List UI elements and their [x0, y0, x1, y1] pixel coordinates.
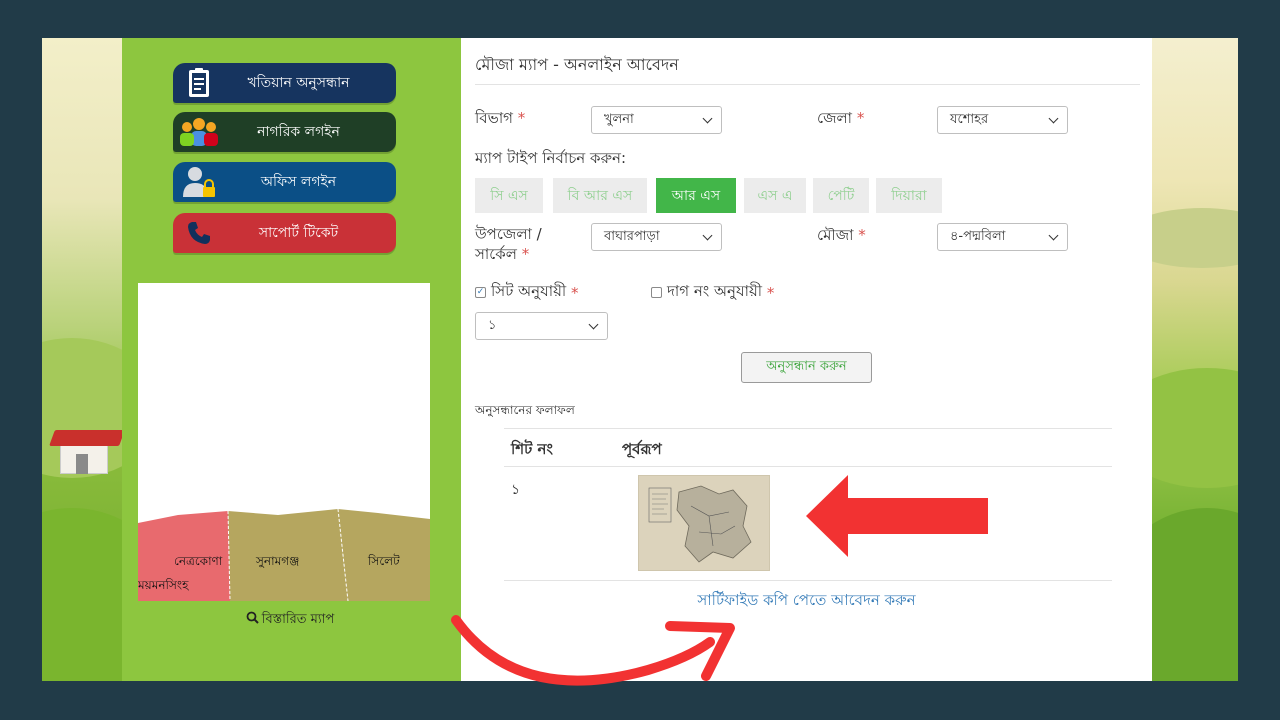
results-label: অনুসন্ধানের ফলাফল	[475, 403, 575, 417]
sheet-no-select[interactable]: ১	[475, 312, 608, 340]
map-preview-thumbnail[interactable]	[638, 475, 770, 571]
table-header-preview: পূর্বরূপ	[622, 440, 662, 458]
dag-wise-checkbox[interactable]: দাগ নং অনুযায়ী *	[651, 280, 774, 305]
table-divider	[504, 428, 1112, 429]
upazila-label-line2: সার্কেল	[475, 245, 517, 263]
district-select[interactable]: যশোহর	[937, 106, 1068, 134]
upazila-label: উপজেলা / সার্কেল *	[475, 224, 542, 264]
title-divider	[475, 84, 1140, 85]
clipboard-icon	[179, 65, 219, 101]
background-scenery-left	[42, 38, 182, 681]
upazila-select[interactable]: বাঘারপাড়া	[591, 223, 722, 251]
sheet-wise-checkbox[interactable]: ✓ সিট অনুযায়ী *	[475, 280, 579, 305]
tab-sa[interactable]: এস এ	[744, 178, 806, 213]
nav-citizen-login-button[interactable]: নাগরিক লগইন	[173, 112, 396, 152]
division-select[interactable]: খুলনা	[591, 106, 722, 134]
tab-brs[interactable]: বি আর এস	[553, 178, 647, 213]
map-label-mymensingh: ময়মনসিংহ	[138, 578, 189, 592]
house-icon	[49, 430, 125, 476]
chevron-down-icon	[702, 230, 713, 241]
sidebar: খতিয়ান অনুসন্ধান নাগরিক লগইন অফিস লগইন …	[122, 38, 458, 681]
mouza-label: মৌজা *	[817, 225, 866, 245]
district-label-text: জেলা	[817, 109, 853, 127]
table-divider	[504, 466, 1112, 467]
district-value: যশোহর	[950, 111, 989, 127]
checkbox-checked-icon: ✓	[475, 287, 486, 298]
tab-cs[interactable]: সি এস	[475, 178, 543, 213]
required-mark: *	[858, 226, 866, 244]
phone-icon	[179, 215, 219, 251]
annotation-arrow-left-icon	[806, 475, 988, 557]
table-divider	[504, 580, 1112, 581]
dag-wise-label: দাগ নং অনুযায়ী	[667, 282, 763, 300]
tab-peti[interactable]: পেটি	[813, 178, 869, 213]
search-button[interactable]: অনুসন্ধান করুন	[741, 352, 872, 383]
map-label-netrokona: নেত্রকোণা	[174, 554, 223, 568]
map-label-sunamganj: সুনামগঞ্জ	[256, 554, 300, 568]
screenshot-frame: খতিয়ান অনুসন্ধান নাগরিক লগইন অফিস লগইন …	[42, 38, 1238, 681]
background-scenery-right	[1102, 38, 1238, 681]
mouza-label-text: মৌজা	[817, 226, 854, 244]
main-panel: মৌজা ম্যাপ - অনলাইন আবেদন বিভাগ * খুলনা …	[461, 38, 1152, 681]
upazila-value: বাঘারপাড়া	[604, 228, 660, 244]
nav-label: নাগরিক লগইন	[257, 124, 340, 140]
checkbox-unchecked-icon	[651, 287, 662, 298]
nav-label: সাপোর্ট টিকেট	[258, 225, 339, 241]
detailed-map-link[interactable]: বিস্তারিত ম্যাপ	[122, 610, 458, 631]
required-mark: *	[517, 109, 526, 127]
annotation-curved-arrow-icon	[451, 615, 735, 686]
tab-diyara[interactable]: দিয়ারা	[876, 178, 942, 213]
nav-khatian-search-button[interactable]: খতিয়ান অনুসন্ধান	[173, 63, 396, 103]
search-icon	[246, 611, 259, 628]
table-header-sheet-no: শিট নং	[511, 440, 553, 458]
district-label: জেলা *	[817, 108, 864, 128]
required-mark: *	[521, 245, 530, 263]
required-mark: *	[856, 109, 865, 127]
map-type-label: ম্যাপ টাইপ নির্বাচন করুন:	[475, 149, 627, 167]
page-title: মৌজা ম্যাপ - অনলাইন আবেদন	[475, 55, 679, 74]
upazila-label-line1: উপজেলা /	[475, 225, 542, 243]
district-map[interactable]: নেত্রকোণা সুনামগঞ্জ সিলেট ময়মনসিংহ	[138, 283, 430, 601]
nav-label: খতিয়ান অনুসন্ধান	[247, 75, 350, 91]
chevron-down-icon	[1048, 230, 1059, 241]
mouza-value: ৪-পদ্মবিলা	[950, 228, 1006, 244]
nav-office-login-button[interactable]: অফিস লগইন	[173, 162, 396, 202]
division-label-text: বিভাগ	[475, 109, 513, 127]
tab-rs[interactable]: আর এস	[656, 178, 736, 213]
nav-support-ticket-button[interactable]: সাপোর্ট টিকেট	[173, 213, 396, 253]
division-label: বিভাগ *	[475, 108, 525, 128]
map-preview-svg	[639, 476, 769, 570]
chevron-down-icon	[702, 113, 713, 124]
chevron-down-icon	[588, 319, 599, 330]
sheet-no-value: ১	[488, 317, 497, 333]
user-lock-icon	[179, 164, 219, 200]
chevron-down-icon	[1048, 113, 1059, 124]
required-mark: *	[571, 283, 579, 302]
table-cell-sheet-no: ১	[511, 482, 521, 498]
detailed-map-label: বিস্তারিত ম্যাপ	[261, 612, 335, 627]
mouza-select[interactable]: ৪-পদ্মবিলা	[937, 223, 1068, 251]
users-icon	[179, 114, 219, 150]
sheet-wise-label: সিট অনুযায়ী	[491, 282, 567, 300]
division-value: খুলনা	[604, 111, 634, 127]
map-label-sylhet: সিলেট	[368, 554, 400, 568]
nav-label: অফিস লগইন	[260, 174, 337, 190]
required-mark: *	[766, 283, 775, 302]
